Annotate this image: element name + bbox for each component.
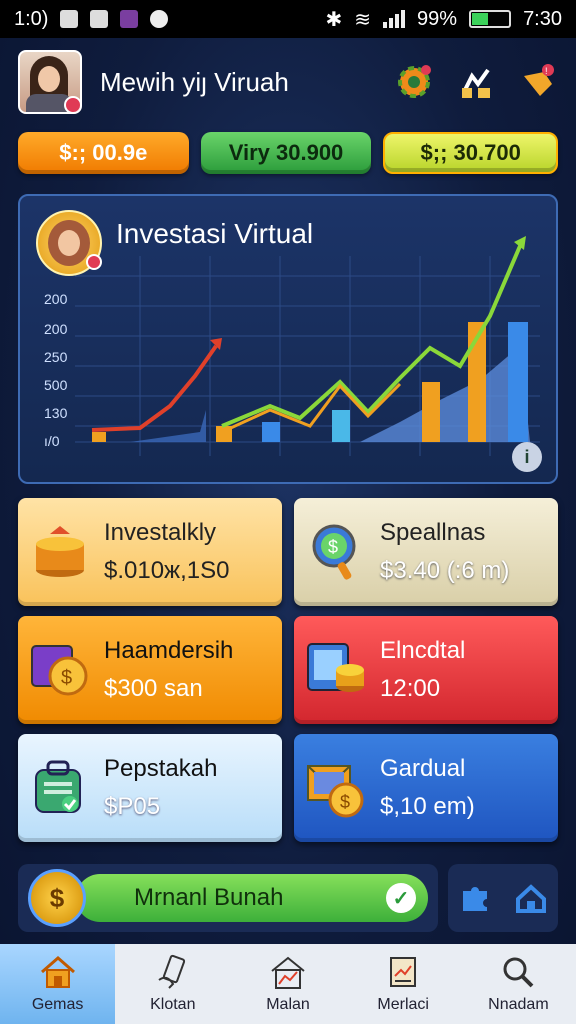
chart-title: Investasi Virtual	[116, 218, 314, 249]
y-tick-1: 200	[44, 291, 68, 307]
card-gardual[interactable]: $ Gardual $,10 em)	[294, 734, 558, 842]
y-tick-5: 130	[44, 405, 68, 421]
wifi-icon: ≋	[354, 8, 372, 31]
y-tick-2: 200	[44, 321, 68, 337]
card-value: 12:00	[380, 675, 441, 702]
card-value: $,10 em)	[380, 793, 475, 820]
chart-avatar	[36, 210, 102, 276]
balance-pills: $:; 00.9e Viry 30.900 $;; 30.700	[18, 132, 559, 174]
card-value: $P05	[104, 793, 161, 820]
card-title: Investalkly	[104, 519, 217, 546]
puzzle-icon[interactable]	[459, 881, 493, 915]
status-time-left: 1:0)	[14, 7, 49, 30]
balance-pill-orange[interactable]: $:; 00.9e	[18, 132, 189, 174]
trophy-icon[interactable]	[456, 62, 496, 102]
y-tick-6: ı/0	[44, 433, 60, 449]
notification-icon	[60, 10, 79, 28]
card-speallnas[interactable]: $ Speallnas $3.40 (:6 m)	[294, 498, 558, 606]
check-icon: ✓	[386, 883, 416, 913]
card-value: $.010ж,1S0	[104, 557, 230, 584]
svg-text:!: !	[545, 66, 548, 76]
envelope-coin-icon: $	[306, 758, 366, 818]
action-bar: $ Mrnanl Bunah ✓	[18, 864, 558, 932]
tab-klotan[interactable]: Klotan	[115, 944, 230, 1024]
svg-text:$: $	[61, 667, 72, 689]
svg-text:$: $	[328, 537, 338, 557]
feature-card-grid: Investalkly $.010ж,1S0 $ Speallnas $3.40…	[18, 498, 558, 842]
phone-hand-icon	[153, 954, 193, 990]
coin-stack-icon	[30, 522, 90, 582]
investment-chart-panel: 200 200 250 500 130 ı/0 Investasi Virtua…	[18, 194, 558, 484]
tab-label: Klotan	[150, 996, 196, 1013]
card-value: $3.40 (:6 m)	[380, 557, 510, 584]
card-elncdtal[interactable]: Elncdtal 12:00	[294, 616, 558, 724]
dollar-coin-icon: $	[28, 869, 86, 927]
notification-bell-icon[interactable]: !	[518, 62, 558, 102]
house-chart-icon	[268, 954, 308, 990]
bluetooth-icon: ✱	[325, 8, 343, 31]
search-icon	[498, 954, 538, 990]
card-title: Gardual	[380, 755, 466, 782]
tab-label: Gemas	[31, 996, 84, 1013]
tab-label: Merlaci	[377, 996, 429, 1013]
action-button[interactable]: Mrnanl Bunah ✓	[76, 874, 428, 922]
card-title: Pepstakah	[104, 755, 218, 782]
chart-bar-7	[508, 322, 528, 442]
shield-bag-icon	[30, 758, 90, 818]
battery-percent: 99%	[417, 7, 458, 30]
card-title: Elncdtal	[380, 637, 466, 664]
tab-label: Malan	[266, 996, 310, 1013]
svg-text:$: $	[340, 792, 350, 812]
info-icon[interactable]: i	[512, 442, 542, 472]
tab-label: Nnadam	[488, 996, 549, 1013]
card-title: Haamdersih	[104, 637, 234, 664]
profile-avatar[interactable]	[18, 50, 82, 114]
tablet-coin-icon: $	[30, 640, 90, 700]
y-tick-4: 500	[44, 377, 68, 393]
card-value: $300 san	[104, 675, 203, 702]
app-notification-icon	[90, 10, 109, 28]
bottom-tab-bar: Gemas Klotan Malan Merlaci Nnadam	[0, 944, 576, 1024]
tab-malan[interactable]: Malan	[230, 944, 345, 1024]
header-title: Mewih yiȷ Viruah	[100, 66, 289, 97]
card-title: Speallnas	[380, 519, 486, 546]
document-icon	[383, 954, 423, 990]
card-pepstakah[interactable]: Pepstakah $P05	[18, 734, 282, 842]
check-notification-icon	[150, 10, 169, 28]
home-icon	[38, 954, 78, 990]
action-side-panel	[448, 864, 558, 932]
card-haamdersih[interactable]: $ Haamdersih $300 san	[18, 616, 282, 724]
balance-pill-lime[interactable]: $;; 30.700	[383, 132, 559, 174]
action-label: Mrnanl Bunah	[134, 884, 284, 911]
purple-notification-icon	[120, 10, 139, 28]
magnifier-dollar-icon: $	[306, 522, 366, 582]
status-bar: 1:0) ✱ ≋ 99% 7:30	[0, 0, 576, 38]
tablet-coin-stack-icon	[306, 640, 366, 700]
app-header: Mewih yiȷ Viruah !	[0, 38, 576, 126]
home-outline-icon[interactable]	[514, 881, 548, 915]
chart-bar-3	[262, 422, 280, 442]
chart-line-red	[91, 344, 218, 432]
chart-bar-5	[422, 382, 440, 442]
balance-pill-green[interactable]: Viry 30.900	[200, 132, 372, 174]
chart-bar-4	[332, 410, 350, 442]
status-time-right: 7:30	[523, 7, 562, 30]
battery-icon	[469, 10, 512, 28]
signal-icon	[383, 10, 406, 28]
tab-nnadam[interactable]: Nnadam	[461, 944, 576, 1024]
action-main: $ Mrnanl Bunah ✓	[18, 864, 438, 932]
settings-gear-icon[interactable]	[394, 62, 434, 102]
chart-bar-1	[92, 432, 106, 442]
y-tick-3: 250	[44, 349, 68, 365]
card-investalkly[interactable]: Investalkly $.010ж,1S0	[18, 498, 282, 606]
tab-merlaci[interactable]: Merlaci	[346, 944, 461, 1024]
tab-gemas[interactable]: Gemas	[0, 944, 116, 1024]
